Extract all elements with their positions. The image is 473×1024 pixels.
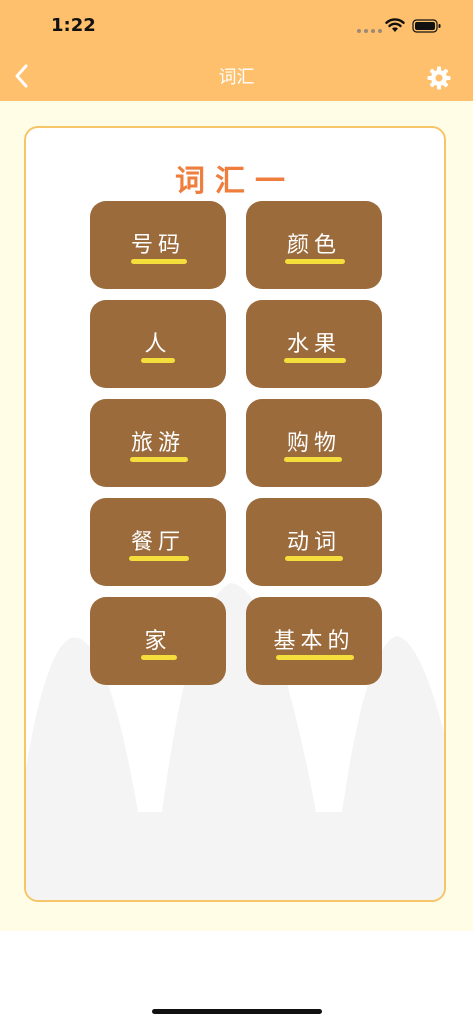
tile-label: 颜色 — [286, 233, 341, 258]
tile-underline — [285, 556, 343, 561]
tile-shopping[interactable]: 购物 — [246, 399, 382, 487]
wifi-icon — [385, 18, 405, 32]
app-screen: 1:22 词汇 词汇一 号码 颜色 人 水果 旅游 购物 餐厅 动词 家 基本的 — [0, 0, 473, 1024]
tile-label: 旅游 — [130, 431, 185, 456]
tile-underline — [131, 259, 187, 264]
tile-colors[interactable]: 颜色 — [246, 201, 382, 289]
tile-label: 人 — [144, 332, 172, 357]
settings-button[interactable] — [427, 66, 451, 90]
header-bar: 1:22 词汇 — [0, 0, 473, 101]
tile-label: 家 — [144, 629, 172, 654]
tile-label: 基本的 — [273, 629, 355, 654]
tile-underline — [141, 358, 175, 363]
tile-underline — [284, 358, 346, 363]
tile-underline — [130, 457, 188, 462]
signal-icon — [357, 29, 382, 33]
status-time: 1:22 — [51, 15, 96, 36]
tile-basics[interactable]: 基本的 — [246, 597, 382, 685]
tile-travel[interactable]: 旅游 — [90, 399, 226, 487]
tile-underline — [129, 556, 189, 561]
mountain-illustration — [26, 583, 444, 900]
tile-label: 餐厅 — [130, 530, 185, 555]
tile-label: 号码 — [130, 233, 185, 258]
tile-fruit[interactable]: 水果 — [246, 300, 382, 388]
tile-underline — [285, 259, 345, 264]
tile-underline — [141, 655, 177, 660]
card-title: 词汇一 — [175, 164, 295, 199]
tile-numbers[interactable]: 号码 — [90, 201, 226, 289]
tile-label: 购物 — [286, 431, 341, 456]
tile-label: 动词 — [286, 530, 341, 555]
tile-underline — [284, 457, 342, 462]
tile-restaurant[interactable]: 餐厅 — [90, 498, 226, 586]
page-title: 词汇 — [218, 67, 255, 88]
tile-underline — [276, 655, 354, 660]
vocabulary-card: 词汇一 号码 颜色 人 水果 旅游 购物 餐厅 动词 家 基本的 — [24, 126, 446, 902]
home-indicator — [152, 1009, 322, 1014]
tile-home[interactable]: 家 — [90, 597, 226, 685]
tile-people[interactable]: 人 — [90, 300, 226, 388]
tile-label: 水果 — [286, 332, 341, 357]
tile-verbs[interactable]: 动词 — [246, 498, 382, 586]
battery-icon — [412, 19, 441, 33]
